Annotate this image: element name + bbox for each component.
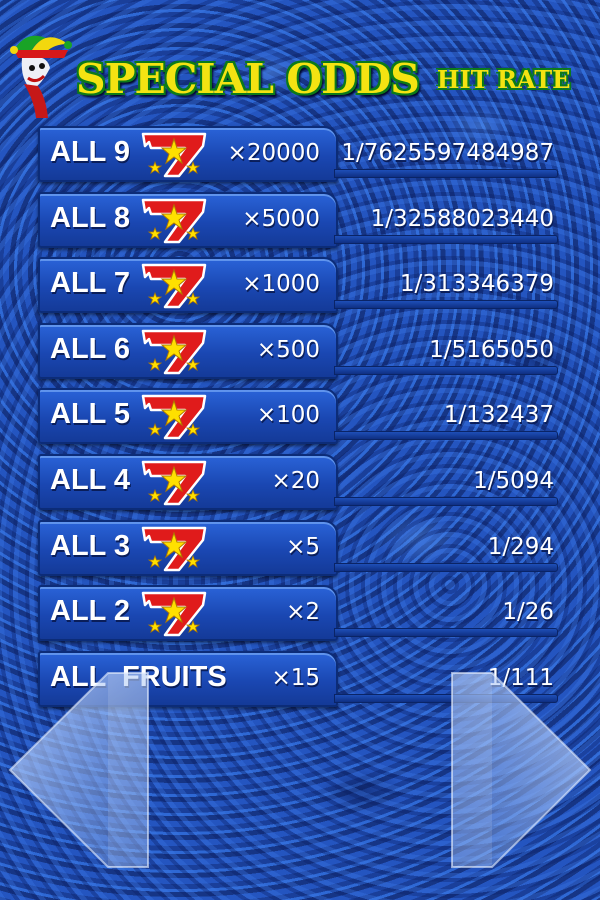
row-label: ALL 3 xyxy=(50,529,131,562)
row-bar xyxy=(334,496,558,506)
row-label: ALL 8 xyxy=(50,201,131,234)
row-payout: ×20000 xyxy=(227,140,320,166)
row-payout: ×100 xyxy=(256,402,320,429)
red-seven-star-icon xyxy=(141,329,207,375)
odds-row: ALL 6 ×500 1/5165050 xyxy=(38,322,558,379)
row-payout: ×20 xyxy=(271,467,320,494)
red-seven-star-icon xyxy=(141,263,207,309)
row-odds: 1/313346379 xyxy=(399,271,554,298)
row-payout: ×500 xyxy=(256,336,320,363)
row-odds: 1/294 xyxy=(487,533,554,560)
title-hit-rate: HIT RATE xyxy=(436,65,571,94)
row-payout: ×1000 xyxy=(242,271,320,298)
title-special-odds: SPECIAL ODDS xyxy=(76,55,420,103)
row-payout: ×5000 xyxy=(242,205,320,232)
red-seven-star-icon xyxy=(141,395,207,440)
right-arrow-icon[interactable] xyxy=(442,665,592,875)
row-odds: 1/132437 xyxy=(443,402,554,429)
row-odds: 1/5094 xyxy=(473,467,554,494)
row-label: ALL 9 xyxy=(50,136,131,168)
red-seven-star-icon xyxy=(141,198,207,243)
odds-table: ALL 9 ×20000 1/7625597484987 ALL 8 ×5000 1/32… xyxy=(38,126,558,716)
row-bar xyxy=(334,628,558,638)
row-bar xyxy=(334,365,558,375)
row-label: ALL 4 xyxy=(50,463,131,496)
row-label: ALL 6 xyxy=(50,332,131,365)
row-payout: ×2 xyxy=(286,599,320,626)
odds-row: ALL 9 ×20000 1/7625597484987 xyxy=(38,126,558,182)
red-seven-star-icon xyxy=(141,526,207,571)
odds-row: ALL 7 ×1000 1/313346379 xyxy=(38,257,558,314)
row-bar xyxy=(334,431,558,441)
odds-row: ALL 2 ×2 1/26 xyxy=(38,585,558,642)
row-bar xyxy=(334,300,558,310)
red-seven-star-icon xyxy=(141,591,207,637)
red-seven-star-icon xyxy=(141,132,207,178)
row-label: ALL 2 xyxy=(50,595,131,628)
row-odds: 1/7625597484987 xyxy=(341,140,554,166)
red-seven-star-icon xyxy=(141,460,207,506)
row-bar xyxy=(334,562,558,572)
row-odds: 1/26 xyxy=(502,599,554,626)
odds-row: ALL 4 ×20 1/5094 xyxy=(38,453,558,510)
row-payout: ×5 xyxy=(286,533,320,560)
odds-row: ALL 3 ×5 1/294 xyxy=(38,519,558,576)
row-odds: 1/32588023440 xyxy=(370,205,554,232)
left-arrow-icon[interactable] xyxy=(8,665,158,875)
row-bar xyxy=(334,169,558,178)
jester-mascot-icon xyxy=(10,35,72,118)
row-label: ALL 5 xyxy=(50,398,131,431)
row-label: ALL 7 xyxy=(50,267,131,300)
odds-row: ALL 8 ×5000 1/32588023440 xyxy=(38,191,558,248)
odds-row: ALL 5 ×100 1/132437 xyxy=(38,388,558,445)
row-bar xyxy=(334,234,558,244)
page-title: SPECIAL ODDS HIT RATE xyxy=(76,40,570,100)
row-odds: 1/5165050 xyxy=(429,336,554,363)
row-payout: ×15 xyxy=(271,664,320,691)
